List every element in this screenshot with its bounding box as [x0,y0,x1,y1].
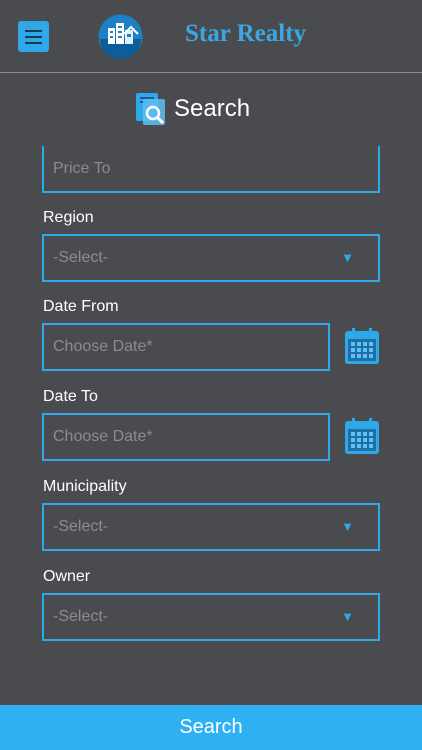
owner-select[interactable]: -Select- ▼ [42,593,380,641]
date-to-placeholder: Choose Date* [53,428,153,445]
menu-line [25,29,42,32]
date-from-input[interactable]: Choose Date* [42,323,330,371]
date-to-label: Date To [43,388,98,405]
calendar-icon[interactable] [344,417,380,455]
owner-label: Owner [43,568,91,585]
date-from-placeholder: Choose Date* [53,338,153,355]
building-logo-icon [98,14,143,59]
municipality-select-value: -Select- [53,518,109,535]
municipality-select[interactable]: -Select- ▼ [42,503,380,551]
municipality-label: Municipality [43,478,127,495]
document-search-icon [136,93,165,125]
search-heading: Search [174,95,251,122]
dropdown-arrow-icon: ▼ [341,609,354,624]
region-select-value: -Select- [53,249,109,266]
region-select[interactable]: -Select- ▼ [42,234,380,282]
search-button-label: Search [179,716,243,738]
dropdown-arrow-icon: ▼ [341,250,354,265]
search-button[interactable]: Search [0,705,422,750]
calendar-icon[interactable] [344,327,380,365]
dropdown-arrow-icon: ▼ [341,519,354,534]
price-to-placeholder: Price To [53,160,111,177]
date-to-input[interactable]: Choose Date* [42,413,330,461]
region-label: Region [43,209,94,226]
date-from-label: Date From [43,298,119,315]
search-header: Search [0,73,422,155]
menu-line [25,41,42,44]
price-to-input[interactable]: Price To [42,145,380,193]
brand-title: Star Realty [185,20,307,47]
hamburger-menu-icon[interactable] [18,21,49,52]
menu-line [25,35,42,38]
owner-select-value: -Select- [53,608,109,625]
top-bar: Star Realty [0,0,422,73]
